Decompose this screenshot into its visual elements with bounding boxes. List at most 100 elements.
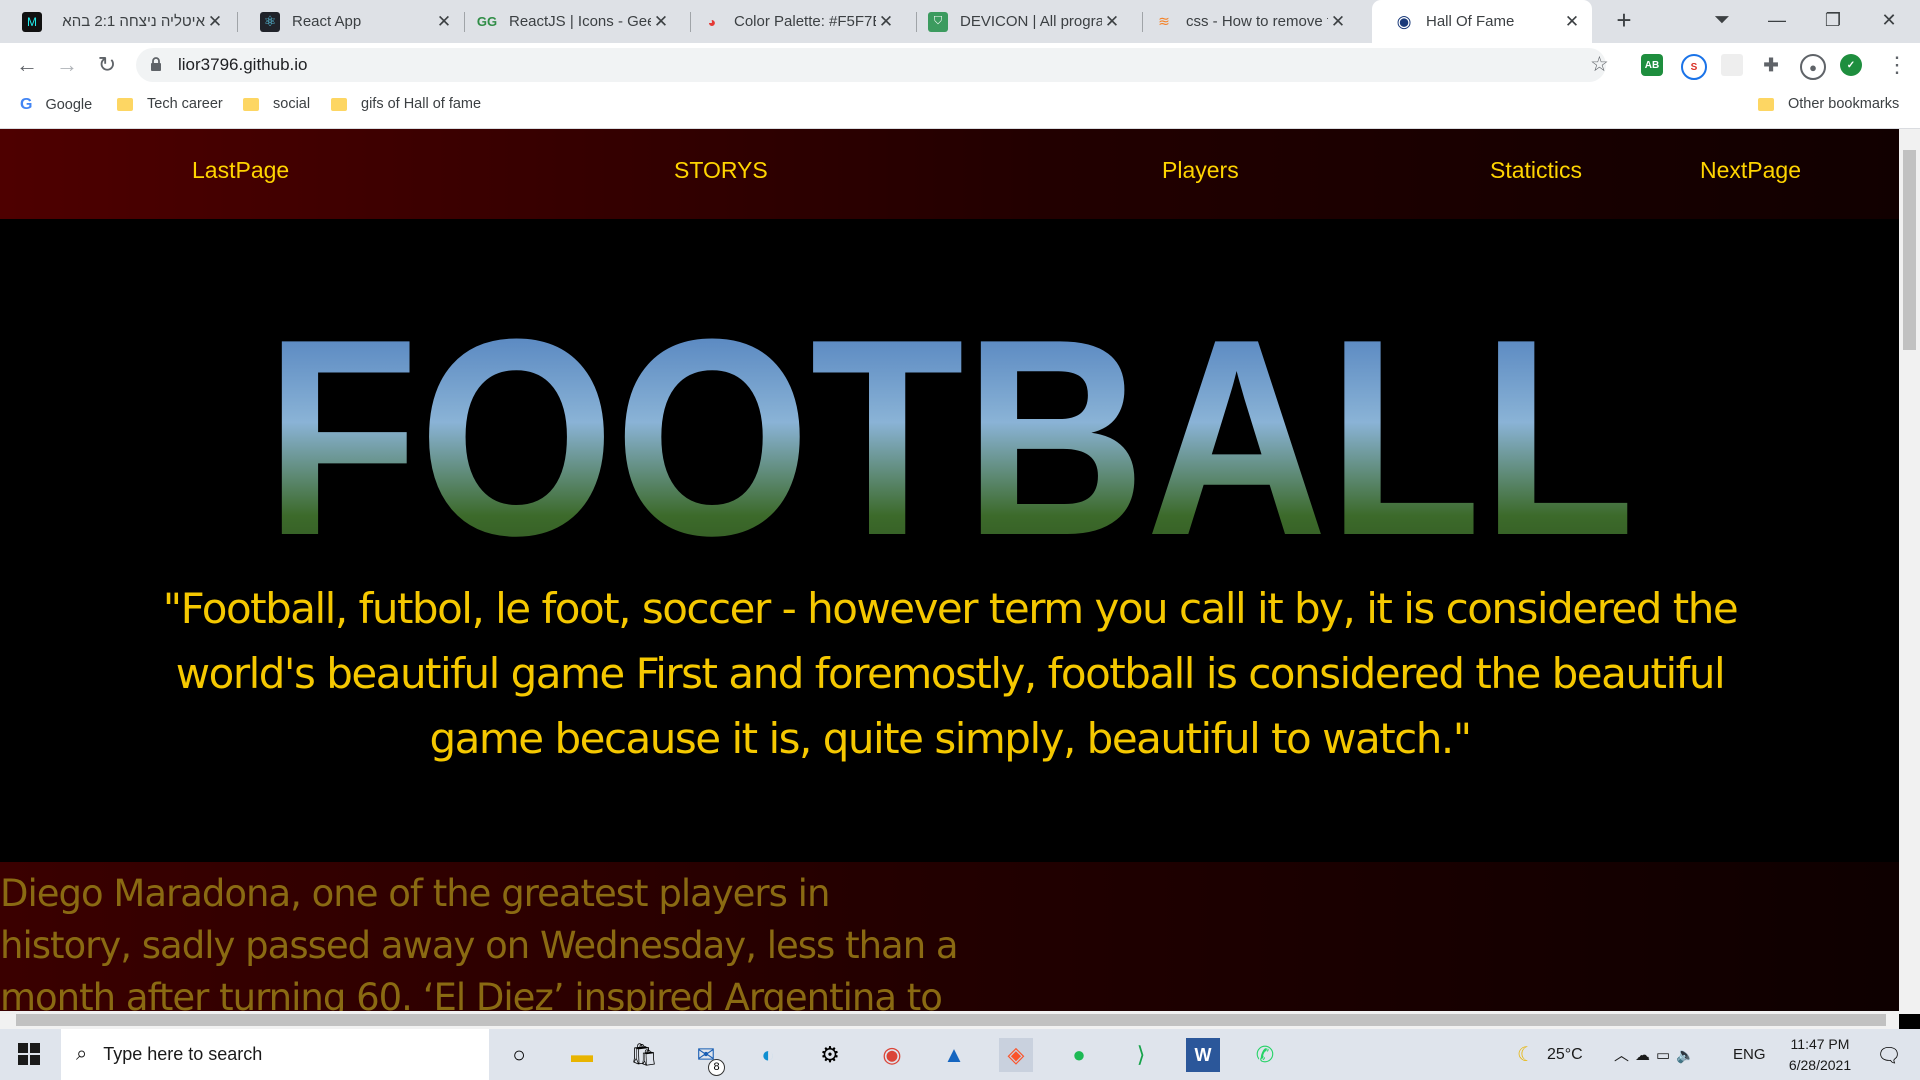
lock-icon <box>151 57 161 71</box>
tab-title: Hall Of Fame <box>1426 13 1515 30</box>
close-icon[interactable]: ✕ <box>1102 12 1122 32</box>
address-bar[interactable] <box>136 48 1606 82</box>
minimize-icon[interactable]: — <box>1752 0 1802 43</box>
bookmark-label: Other bookmarks <box>1788 96 1900 112</box>
taskbar-search-box[interactable]: ⌕ Type here to search <box>61 1029 489 1080</box>
search-placeholder: Type here to search <box>103 1044 263 1064</box>
tab-1[interactable]: ⚛ React App ✕ <box>238 0 464 43</box>
task-view-icon[interactable]: ○ <box>502 1038 536 1072</box>
folder-icon <box>1758 97 1774 111</box>
other-bookmarks[interactable]: Other bookmarks <box>1758 96 1899 112</box>
file-explorer-icon[interactable]: ▬ <box>565 1038 599 1072</box>
puzzle-icon[interactable]: ✚ <box>1760 54 1782 76</box>
hero-title: FOOTBALL <box>265 314 1635 554</box>
tab-0[interactable]: M איטליה ניצחה 2:1 בהא ✕ <box>0 0 235 43</box>
forward-icon[interactable]: → <box>51 49 83 81</box>
settings-gear-icon[interactable]: ⚙ <box>813 1038 847 1072</box>
bookmark-label: gifs of Hall of fame <box>361 96 482 112</box>
close-icon[interactable]: ✕ <box>1328 12 1348 32</box>
close-icon[interactable]: ✕ <box>876 12 896 32</box>
profile-icon[interactable]: ● <box>1800 54 1826 80</box>
vscode-icon[interactable]: ⟩ <box>1124 1038 1158 1072</box>
tab-search-icon[interactable]: ⏷ <box>1697 0 1747 43</box>
tab-title: React App <box>292 13 362 30</box>
bookmark-label: social <box>273 96 311 112</box>
mail-icon[interactable]: ✉ 8 <box>689 1038 725 1076</box>
devicon-icon: ⛉ <box>928 11 948 32</box>
reload-icon[interactable]: ↻ <box>91 49 123 81</box>
bookmark-gifs[interactable]: gifs of Hall of fame <box>331 96 481 112</box>
brave-icon[interactable]: ◈ <box>999 1038 1033 1072</box>
language-indicator[interactable]: ENG <box>1733 1029 1766 1080</box>
photos-icon[interactable]: ▲ <box>937 1038 971 1072</box>
story-section: Diego Maradona, one of the greatest play… <box>0 862 1899 1014</box>
battery-icon[interactable]: ▭ <box>1656 1046 1676 1064</box>
extension-icon[interactable] <box>1721 54 1743 76</box>
sync-extension-icon[interactable]: S <box>1681 54 1707 80</box>
close-icon[interactable]: ✕ <box>205 12 225 32</box>
chevron-up-icon[interactable]: ︿ <box>1614 1044 1635 1065</box>
taskbar: ⌕ Type here to search ○ ▬ 🛍 ✉ 8 ◐ ⚙ ◉ ▲ … <box>0 1029 1920 1080</box>
nav-nextpage[interactable]: NextPage <box>1700 157 1801 184</box>
tab-6-active[interactable]: ◉ Hall Of Fame ✕ <box>1372 0 1592 43</box>
chrome-icon[interactable]: ◉ <box>875 1038 909 1072</box>
clock[interactable]: 11:47 PM 6/28/2021 <box>1770 1034 1870 1076</box>
tab-title: DEVICON | All program <box>960 13 1102 30</box>
weather-temp: 25°C <box>1546 1045 1583 1063</box>
close-window-icon[interactable]: ✕ <box>1864 0 1914 43</box>
folder-icon <box>117 97 133 111</box>
nav-lastpage[interactable]: LastPage <box>192 157 289 184</box>
globe-icon: ◉ <box>1396 11 1412 31</box>
react-icon: ⚛ <box>260 11 280 32</box>
bookmark-tech-career[interactable]: Tech career <box>117 96 223 112</box>
windows-start-icon[interactable] <box>18 1043 40 1065</box>
tab-strip: M איטליה ניצחה 2:1 בהא ✕ ⚛ React App ✕ G… <box>0 0 1920 43</box>
folder-icon <box>331 97 347 111</box>
weather-widget[interactable]: ☾ 25°C <box>1517 1029 1583 1080</box>
site-nav: LastPage STORYS Players Statictics NextP… <box>0 129 1899 219</box>
restore-icon[interactable]: ❐ <box>1808 0 1858 43</box>
horizontal-scroll-thumb[interactable] <box>16 1014 1886 1026</box>
page-content: LastPage STORYS Players Statictics NextP… <box>0 129 1899 1014</box>
hero-title-text: FOOTBALL <box>265 314 1635 554</box>
volume-icon[interactable]: 🔈 <box>1676 1046 1701 1064</box>
tab-title: איטליה ניצחה 2:1 בהא <box>62 13 205 30</box>
close-icon[interactable]: ✕ <box>651 12 671 32</box>
nav-storys[interactable]: STORYS <box>674 157 768 184</box>
tab-4[interactable]: ⛉ DEVICON | All program ✕ <box>906 0 1132 43</box>
menu-icon[interactable]: ⋮ <box>1881 49 1913 81</box>
hero-quote: "Football, futbol, le foot, soccer - how… <box>162 584 1739 763</box>
nav-players[interactable]: Players <box>1162 157 1239 184</box>
back-icon[interactable]: ← <box>11 49 43 81</box>
store-icon[interactable]: 🛍 <box>627 1038 661 1072</box>
spotify-icon[interactable]: ● <box>1062 1038 1096 1072</box>
whatsapp-icon[interactable]: ✆ <box>1248 1038 1282 1072</box>
ynet-icon: M <box>22 11 42 32</box>
tray-icons[interactable]: ︿ ☁ ▭ 🔈 <box>1614 1029 1701 1080</box>
close-icon[interactable]: ✕ <box>1562 12 1582 32</box>
close-icon[interactable]: ✕ <box>434 12 454 32</box>
palette-icon: ◕ <box>707 13 717 30</box>
folder-icon <box>243 97 259 111</box>
bookmark-label: Google <box>45 97 93 113</box>
tab-2[interactable]: GG ReactJS | Icons - Geek ✕ <box>455 0 681 43</box>
url-text[interactable]: lior3796.github.io <box>178 55 307 75</box>
adblock-icon[interactable]: AB <box>1641 54 1663 76</box>
bookmark-google[interactable]: G Google <box>20 96 92 114</box>
edge-icon[interactable]: ◐ <box>751 1038 785 1072</box>
vertical-scroll-thumb[interactable] <box>1903 150 1916 350</box>
word-icon[interactable]: W <box>1186 1038 1220 1072</box>
bookmark-star-icon[interactable]: ☆ <box>1590 52 1609 77</box>
tab-5[interactable]: ≋ css - How to remove t ✕ <box>1132 0 1358 43</box>
notifications-icon[interactable]: 🗨 <box>1872 1038 1906 1072</box>
stackoverflow-icon: ≋ <box>1158 13 1170 29</box>
bookmark-social[interactable]: social <box>243 96 310 112</box>
story-text: Diego Maradona, one of the greatest play… <box>0 872 959 1014</box>
clock-date: 6/28/2021 <box>1788 1057 1852 1073</box>
nav-statictics[interactable]: Statictics <box>1490 157 1582 184</box>
network-icon[interactable]: ☁ <box>1635 1046 1656 1064</box>
shield-icon[interactable]: ✓ <box>1840 54 1862 76</box>
mail-badge: 8 <box>708 1059 725 1076</box>
new-tab-button[interactable]: + <box>1609 6 1639 36</box>
tab-3[interactable]: ◕ Color Palette: #F5F7B2 ✕ <box>680 0 906 43</box>
